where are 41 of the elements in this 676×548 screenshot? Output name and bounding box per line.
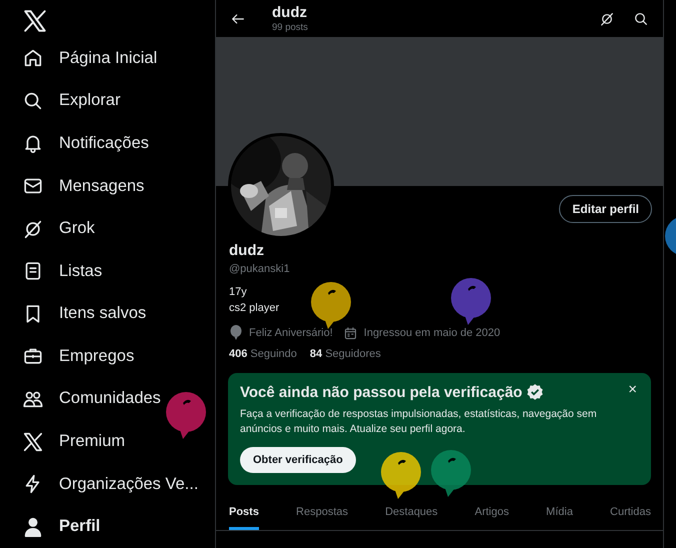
promo-title: Você ainda não passou pela verificação: [240, 384, 522, 400]
nav-item[interactable]: Perfil: [22, 505, 215, 548]
edit-profile-button[interactable]: Editar perfil: [559, 195, 652, 223]
nav-item[interactable]: Página Inicial: [22, 37, 215, 80]
display-name: dudz: [229, 241, 265, 261]
profile-title: dudz: [272, 4, 308, 22]
profile-tab[interactable]: Artigos: [474, 495, 509, 530]
nav-item[interactable]: Organizações Ve...: [22, 462, 215, 506]
profile-tab[interactable]: Curtidas: [610, 495, 651, 530]
bio-line: 17y: [229, 285, 248, 300]
nav-item[interactable]: Itens salvos: [22, 292, 215, 336]
profile-tab[interactable]: Mídia: [546, 495, 573, 530]
verified-icon: [526, 383, 544, 401]
following-link[interactable]: 406 Seguindo: [229, 348, 297, 360]
calendar-icon: [342, 326, 358, 340]
nav-item[interactable]: Premium: [22, 420, 215, 463]
username: @pukanski1: [229, 262, 291, 277]
nav-item[interactable]: Listas: [22, 250, 215, 293]
nav-item[interactable]: Comunidades: [22, 378, 215, 420]
profile-tab[interactable]: Respostas: [296, 495, 348, 530]
balloon-icon: [229, 325, 243, 341]
x-logo-icon: [22, 430, 44, 453]
close-button[interactable]: ×: [626, 383, 639, 397]
join-date: Ingressou em maio de 2020: [364, 327, 500, 339]
grok-icon[interactable]: [599, 10, 615, 26]
nav-item[interactable]: Mensagens: [22, 164, 215, 208]
profile-tab[interactable]: Destaques: [385, 495, 438, 530]
nav-item[interactable]: Notificações: [22, 122, 215, 165]
followers-link[interactable]: 84 Seguidores: [310, 348, 381, 360]
post-count: 99 posts: [272, 22, 309, 33]
x-logo-icon[interactable]: [22, 8, 48, 34]
nav-item[interactable]: Grok: [22, 207, 215, 250]
person-icon: [22, 516, 44, 538]
bio-line: cs2 player: [229, 301, 280, 316]
profile-tab[interactable]: Posts: [229, 495, 259, 530]
nav-item[interactable]: Empregos: [22, 335, 215, 378]
promo-description: Faça a verificação de respostas impulsionadas, estatísticas, navegação sem anúncios e muito mais. Atualize seu perfil agora.: [240, 407, 598, 437]
search-icon[interactable]: [633, 10, 649, 26]
birthday-text: Feliz Aniversário!: [249, 327, 333, 339]
get-verified-button[interactable]: Obter verificação: [240, 447, 356, 473]
nav-item[interactable]: Explorar: [22, 80, 215, 122]
